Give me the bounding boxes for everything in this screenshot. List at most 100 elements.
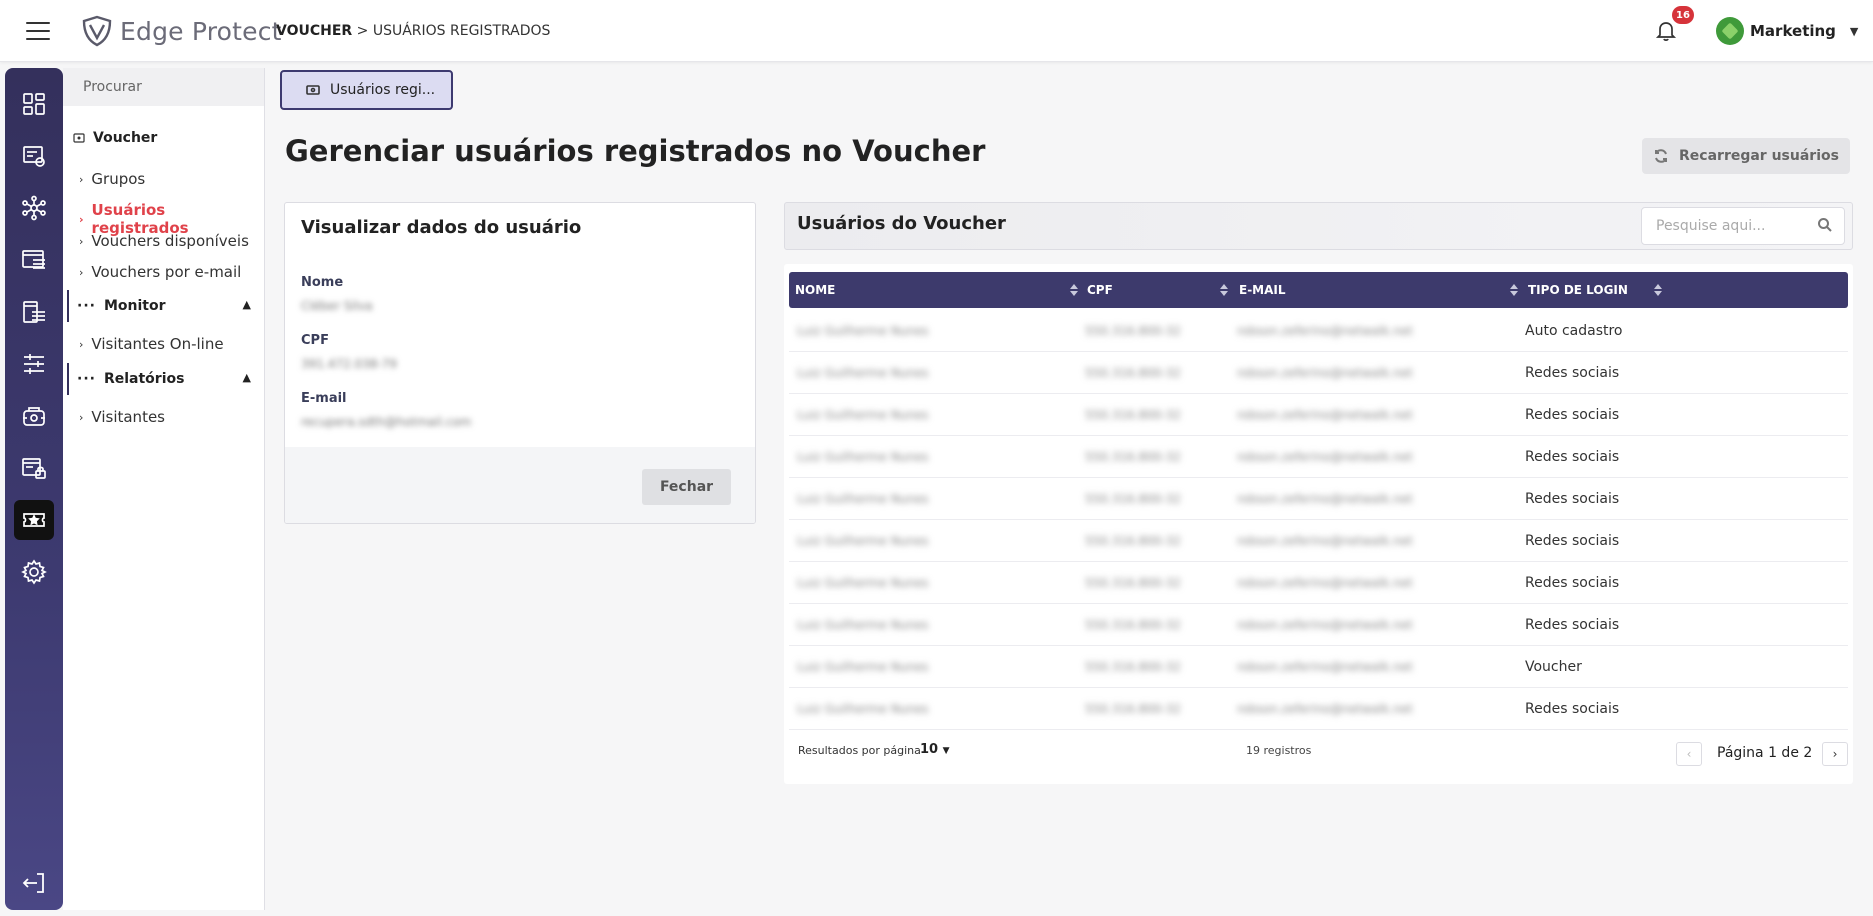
dots-icon: ···	[77, 371, 96, 387]
logout-icon[interactable]	[19, 868, 49, 898]
rail-system-settings[interactable]	[14, 552, 54, 592]
rail-reports[interactable]	[14, 136, 54, 176]
cell-cpf: 550.316.800-32	[1085, 492, 1181, 506]
rail-secure-list[interactable]	[14, 448, 54, 488]
cell-nome: Luiz Guilherme Nunes	[797, 702, 929, 716]
chevron-up-icon: ▲	[242, 371, 251, 384]
dots-icon: ···	[77, 298, 96, 314]
breadcrumb-page: USUÁRIOS REGISTRADOS	[372, 23, 551, 39]
breadcrumb: VOUCHER > USUÁRIOS REGISTRADOS	[276, 23, 550, 39]
cell-email: robson.zeferino@netwalk.net	[1237, 534, 1413, 548]
table-row[interactable]: Luiz Guilherme Nunes 550.316.800-32 robson…	[789, 520, 1848, 562]
column-header-nome[interactable]: NOME	[795, 272, 1085, 308]
pagination-label: Página 1 de 2	[1717, 745, 1813, 761]
nav-item-visitantes-online[interactable]: › Visitantes On-line	[79, 335, 224, 353]
search-icon[interactable]	[1817, 217, 1833, 233]
cell-nome: Luiz Guilherme Nunes	[797, 324, 929, 338]
sort-icon	[1070, 284, 1078, 296]
column-header-label: CPF	[1087, 283, 1113, 297]
dashboard-icon	[23, 93, 45, 115]
rail-settings-sliders[interactable]	[14, 344, 54, 384]
nav-section-label: Voucher	[93, 130, 158, 146]
menu-icon[interactable]	[26, 22, 50, 40]
cell-cpf: 550.316.800-32	[1085, 324, 1181, 338]
sort-icon	[1510, 284, 1518, 296]
nav-section-voucher[interactable]: Voucher	[73, 130, 157, 146]
table-row[interactable]: Luiz Guilherme Nunes 550.316.800-32 robson…	[789, 478, 1848, 520]
rail-network[interactable]	[14, 188, 54, 228]
reload-users-button[interactable]: Recarregar usuários	[1642, 138, 1850, 174]
voucher-small-icon	[73, 133, 85, 143]
chevron-right-icon: ›	[79, 172, 84, 186]
per-page-select[interactable]: 10 ▼	[920, 742, 950, 757]
cell-cpf: 550.316.800-32	[1085, 450, 1181, 464]
cell-nome: Luiz Guilherme Nunes	[797, 534, 929, 548]
sliders-icon	[24, 354, 44, 374]
app-logo[interactable]: Edge Protect	[80, 12, 282, 50]
nav-group-relatorios[interactable]: ··· Relatórios ▲	[67, 363, 261, 395]
users-search-input[interactable]	[1641, 207, 1845, 245]
user-details-card: Visualizar dados do usuário Nome Cléber …	[284, 202, 756, 524]
refresh-icon	[1655, 149, 1668, 163]
devices-icon	[23, 407, 45, 426]
cell-email: robson.zeferino@netwalk.net	[1237, 324, 1413, 338]
nav-item-visitantes[interactable]: › Visitantes	[79, 408, 165, 426]
cell-nome: Luiz Guilherme Nunes	[797, 576, 929, 590]
cell-nome: Luiz Guilherme Nunes	[797, 492, 929, 506]
nav-item-label: Vouchers por e-mail	[91, 263, 242, 281]
cell-email: robson.zeferino@netwalk.net	[1237, 618, 1413, 632]
column-header-email[interactable]: E-MAIL	[1239, 272, 1527, 308]
app-name: Edge Protect	[120, 16, 282, 46]
cell-tipo-login: Redes sociais	[1525, 575, 1620, 591]
email-label: E-mail	[301, 391, 347, 406]
table-row[interactable]: Luiz Guilherme Nunes 550.316.800-32 robson…	[789, 310, 1848, 352]
user-details-footer: Fechar	[285, 447, 755, 523]
nav-search[interactable]: Procurar	[63, 68, 264, 106]
rail-devices[interactable]	[14, 396, 54, 436]
table-row[interactable]: Luiz Guilherme Nunes 550.316.800-32 robson…	[789, 604, 1848, 646]
cell-cpf: 550.316.800-32	[1085, 534, 1181, 548]
table-row[interactable]: Luiz Guilherme Nunes 550.316.800-32 robson…	[789, 352, 1848, 394]
reports-icon	[23, 146, 45, 167]
rail-voucher[interactable]	[14, 500, 54, 540]
table-row[interactable]: Luiz Guilherme Nunes 550.316.800-32 robson…	[789, 688, 1848, 730]
name-label: Nome	[301, 275, 344, 290]
cell-nome: Luiz Guilherme Nunes	[797, 660, 929, 674]
tab-usuarios-registrados[interactable]: Usuários regi...	[280, 70, 453, 110]
notification-badge: 16	[1672, 6, 1694, 24]
cpf-value: 391.472.038-79	[301, 357, 397, 371]
nav-group-monitor[interactable]: ··· Monitor ▲	[67, 290, 261, 322]
users-table: NOME CPF E-MAIL TIPO DE LOGIN Luiz Guilh…	[784, 264, 1853, 784]
column-header-cpf[interactable]: CPF	[1087, 272, 1237, 308]
cell-tipo-login: Redes sociais	[1525, 617, 1620, 633]
table-row[interactable]: Luiz Guilherme Nunes 550.316.800-32 robson…	[789, 436, 1848, 478]
records-count: 19 registros	[1246, 744, 1312, 757]
rail-policy[interactable]	[14, 292, 54, 332]
gear-icon	[21, 559, 47, 585]
chevron-down-icon: ▼	[1849, 24, 1859, 38]
cell-email: robson.zeferino@netwalk.net	[1237, 576, 1413, 590]
nav-item-vouchers-email[interactable]: › Vouchers por e-mail	[79, 263, 241, 281]
table-row[interactable]: Luiz Guilherme Nunes 550.316.800-32 robson…	[789, 562, 1848, 604]
table-row[interactable]: Luiz Guilherme Nunes 550.316.800-32 robson…	[789, 646, 1848, 688]
close-button[interactable]: Fechar	[642, 469, 731, 505]
chevron-right-icon: ›	[79, 234, 84, 248]
rail-dashboard[interactable]	[14, 84, 54, 124]
cell-cpf: 550.316.800-32	[1085, 618, 1181, 632]
nav-item-vouchers-disponiveis[interactable]: › Vouchers disponíveis	[79, 232, 249, 250]
cell-email: robson.zeferino@netwalk.net	[1237, 702, 1413, 716]
browser-settings-icon	[22, 250, 45, 269]
user-menu[interactable]: Marketing ▼	[1716, 17, 1858, 45]
rail-browser[interactable]	[14, 240, 54, 280]
column-header-tipo-login[interactable]: TIPO DE LOGIN	[1528, 272, 1662, 308]
next-page-button[interactable]: ›	[1822, 742, 1848, 766]
prev-page-button[interactable]: ‹	[1676, 742, 1702, 766]
breadcrumb-section[interactable]: VOUCHER	[276, 23, 352, 39]
table-row[interactable]: Luiz Guilherme Nunes 550.316.800-32 robson…	[789, 394, 1848, 436]
cell-nome: Luiz Guilherme Nunes	[797, 408, 929, 422]
cell-cpf: 550.316.800-32	[1085, 408, 1181, 422]
icon-rail	[5, 68, 63, 910]
nav-item-grupos[interactable]: › Grupos	[79, 170, 145, 188]
cell-cpf: 550.316.800-32	[1085, 366, 1181, 380]
cell-tipo-login: Redes sociais	[1525, 701, 1620, 717]
